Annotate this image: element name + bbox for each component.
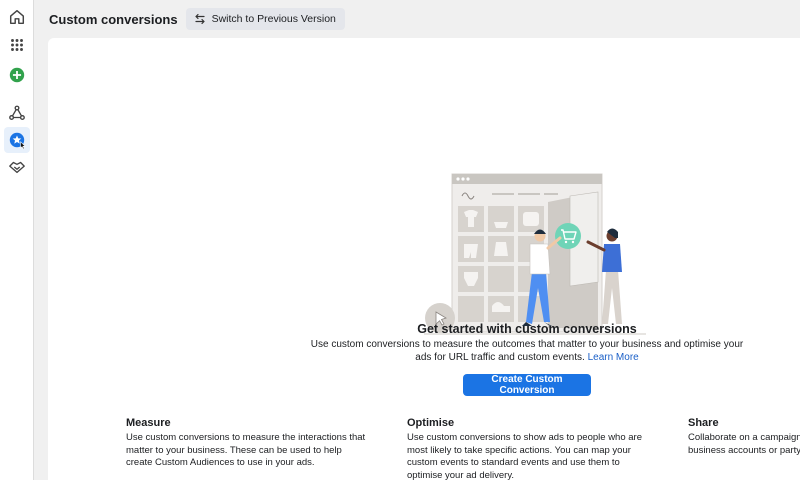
- custom-conversions-button[interactable]: [4, 127, 30, 153]
- page-header: Custom conversions Switch to Previous Ve…: [34, 0, 800, 38]
- feature-body: Collaborate on a campaign by sharing wit…: [688, 432, 800, 456]
- page-title: Custom conversions: [49, 11, 178, 27]
- switch-version-label: Switch to Previous Version: [211, 13, 336, 25]
- main-content-card: Get started with custom conversions Use …: [48, 38, 800, 480]
- events-manager-button[interactable]: [4, 100, 30, 126]
- create-plus-icon: [9, 67, 25, 83]
- create-custom-conversion-button[interactable]: Create Custom Conversion: [463, 374, 591, 396]
- feature-share: Share Collaborate on a campaign by shari…: [688, 417, 800, 457]
- all-tools-button[interactable]: [4, 32, 30, 58]
- star-badge-icon: [9, 132, 26, 149]
- feature-title: Share: [688, 417, 719, 429]
- empty-state-description: Use custom conversions to measure the ou…: [304, 338, 750, 364]
- handshake-icon: [9, 161, 25, 174]
- network-icon: [9, 105, 25, 120]
- left-nav-rail: [0, 0, 34, 480]
- learn-more-link[interactable]: Learn More: [588, 352, 639, 363]
- partner-button[interactable]: [4, 154, 30, 180]
- create-button[interactable]: [4, 62, 30, 88]
- feature-body: Use custom conversions to measure the in…: [126, 432, 366, 468]
- feature-measure: Measure Use custom conversions to measur…: [126, 417, 366, 470]
- home-icon: [9, 9, 25, 25]
- empty-state-description-text: Use custom conversions to measure the ou…: [310, 339, 744, 363]
- home-button[interactable]: [4, 4, 30, 30]
- empty-state-title: Get started with custom conversions: [417, 322, 637, 336]
- feature-title: Optimise: [407, 417, 455, 429]
- feature-title: Measure: [126, 417, 171, 429]
- apps-grid-icon: [11, 39, 23, 51]
- feature-body: Use custom conversions to show ads to pe…: [407, 432, 642, 480]
- swap-arrows-icon: [194, 13, 205, 25]
- switch-version-button[interactable]: Switch to Previous Version: [185, 8, 345, 30]
- feature-optimise: Optimise Use custom conversions to show …: [407, 417, 647, 480]
